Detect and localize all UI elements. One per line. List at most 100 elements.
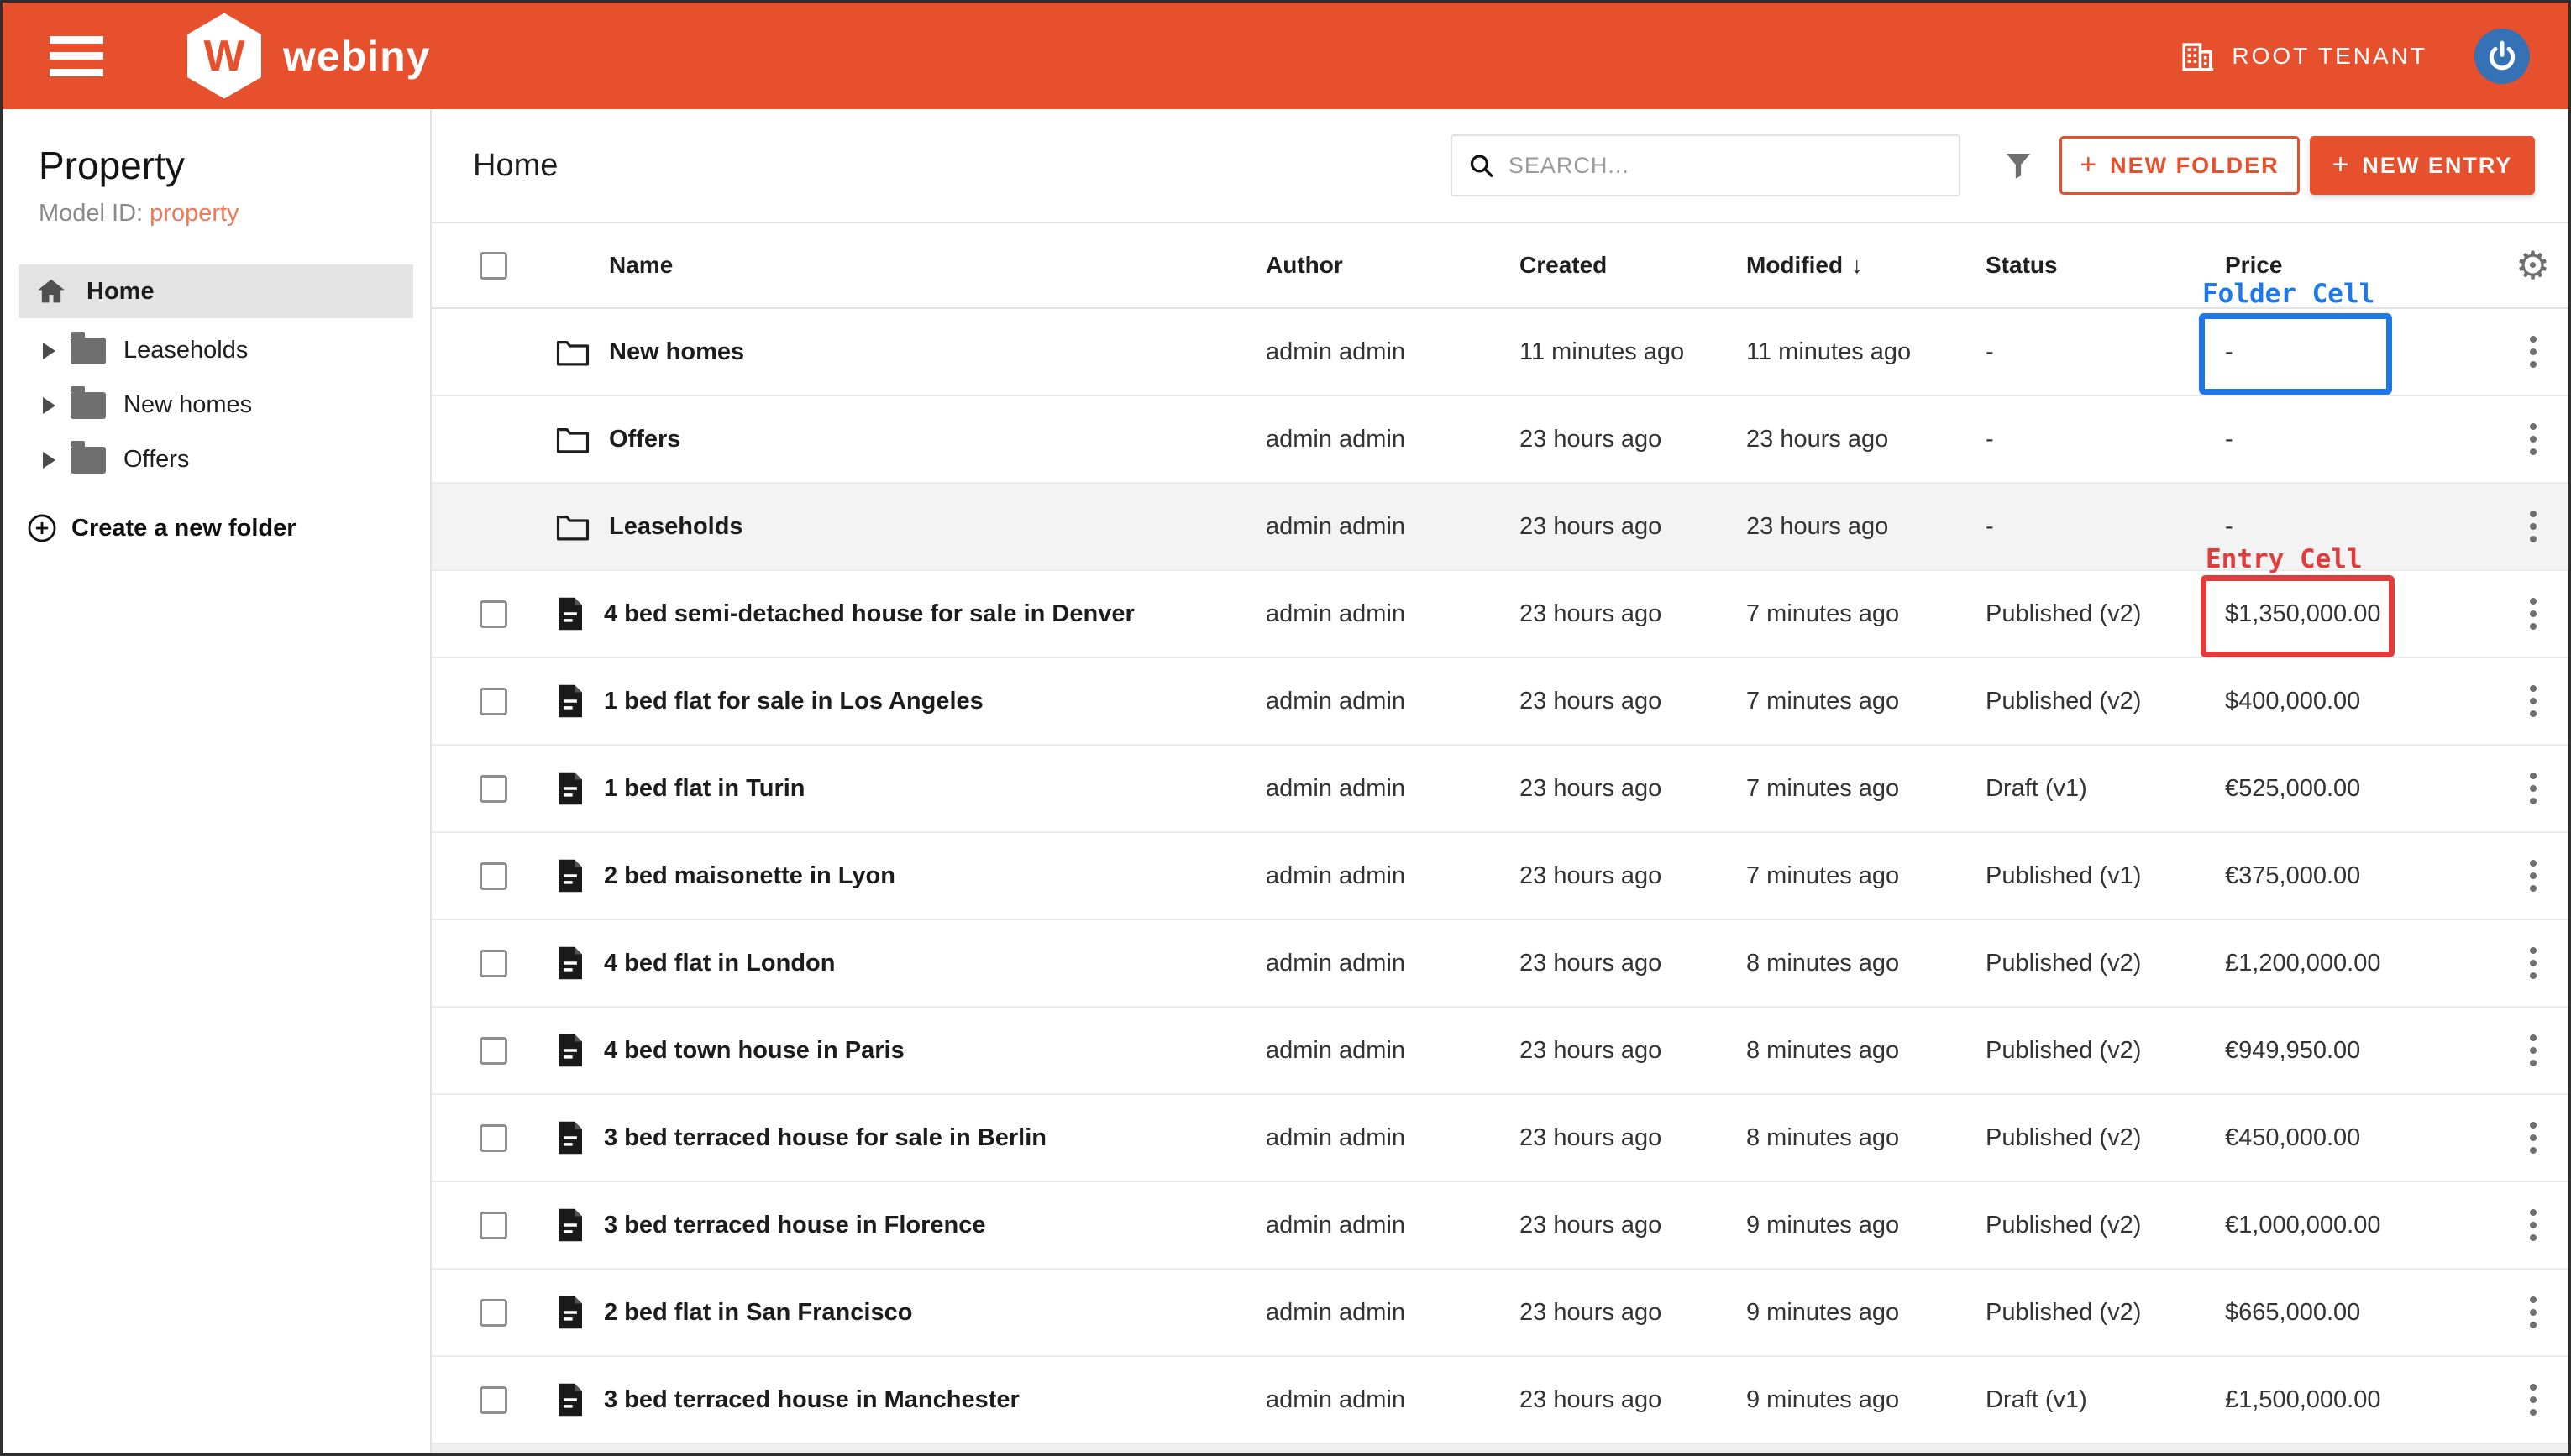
kebab-menu-icon[interactable] bbox=[2521, 1375, 2545, 1424]
kebab-menu-icon[interactable] bbox=[2521, 677, 2545, 725]
row-checkbox[interactable] bbox=[480, 688, 507, 715]
kebab-menu-icon[interactable] bbox=[2521, 589, 2545, 638]
model-id-link[interactable]: property bbox=[150, 200, 239, 227]
kebab-menu-icon[interactable] bbox=[2521, 327, 2545, 376]
row-name[interactable]: 1 bed flat in Turin bbox=[604, 775, 805, 803]
row-checkbox[interactable] bbox=[480, 1386, 507, 1414]
table-row[interactable]: 2 bed maisonette in Lyon admin admin 23 … bbox=[432, 833, 2568, 920]
table-row[interactable]: 3 bed terraced house in Manchester admin… bbox=[432, 1357, 2568, 1444]
document-icon bbox=[555, 596, 585, 631]
sidebar: Property Model ID: property Home Leaseho… bbox=[3, 109, 432, 1453]
app-window: W webiny ROOT TENANT bbox=[0, 0, 2571, 1456]
row-name[interactable]: 4 bed flat in London bbox=[604, 950, 835, 977]
folder-cell-annotation-label: Folder Cell bbox=[2202, 279, 2374, 309]
select-all-checkbox[interactable] bbox=[480, 252, 507, 280]
folder-icon bbox=[71, 338, 106, 364]
row-checkbox[interactable] bbox=[480, 600, 507, 628]
row-name[interactable]: 4 bed semi-detached house for sale in De… bbox=[604, 600, 1135, 628]
document-icon bbox=[555, 683, 585, 719]
kebab-menu-icon[interactable] bbox=[2521, 764, 2545, 813]
plus-icon: + bbox=[2080, 149, 2098, 181]
kebab-menu-icon[interactable] bbox=[2521, 1026, 2545, 1075]
column-header-status[interactable]: Status bbox=[1986, 252, 2225, 279]
create-folder-button[interactable]: Create a new folder bbox=[26, 512, 430, 544]
column-header-price[interactable]: Price bbox=[2225, 252, 2497, 279]
table-row[interactable]: 3 bed terraced house for sale in Berlin … bbox=[432, 1095, 2568, 1182]
model-id-label: Model ID: bbox=[39, 200, 143, 227]
sidebar-item-home[interactable]: Home bbox=[19, 264, 413, 318]
table-settings-gear-icon[interactable]: ⚙ bbox=[2516, 246, 2550, 285]
row-status: Draft (v1) bbox=[1986, 1386, 2225, 1414]
document-icon bbox=[555, 1120, 585, 1155]
row-created: 23 hours ago bbox=[1519, 1299, 1746, 1327]
table-row[interactable]: 2 bed flat in San Francisco admin admin … bbox=[432, 1270, 2568, 1357]
row-price: €525,000.00 bbox=[2225, 775, 2497, 803]
column-header-modified[interactable]: Modified↓ bbox=[1746, 252, 1986, 279]
table-row[interactable]: Offers admin admin 23 hours ago 23 hours… bbox=[432, 396, 2568, 484]
menu-icon[interactable] bbox=[50, 36, 103, 76]
chevron-right-icon[interactable] bbox=[43, 397, 55, 414]
row-name[interactable]: 2 bed maisonette in Lyon bbox=[604, 862, 895, 890]
kebab-menu-icon[interactable] bbox=[2521, 415, 2545, 464]
tenant-label: ROOT TENANT bbox=[2232, 43, 2427, 70]
row-status: Published (v2) bbox=[1986, 1299, 2225, 1327]
entries-table: Name Author Created Modified↓ Status Pri… bbox=[432, 223, 2568, 1453]
sidebar-folder-offers[interactable]: Offers bbox=[3, 432, 430, 487]
kebab-menu-icon[interactable] bbox=[2521, 1113, 2545, 1162]
row-checkbox[interactable] bbox=[480, 1037, 507, 1065]
chevron-right-icon[interactable] bbox=[43, 452, 55, 469]
row-name[interactable]: 1 bed flat for sale in Los Angeles bbox=[604, 688, 984, 715]
row-name[interactable]: New homes bbox=[609, 338, 744, 366]
new-entry-button[interactable]: + NEW ENTRY bbox=[2310, 136, 2535, 195]
chevron-right-icon[interactable] bbox=[43, 343, 55, 359]
kebab-menu-icon[interactable] bbox=[2521, 1288, 2545, 1337]
table-row[interactable]: 4 bed town house in Paris admin admin 23… bbox=[432, 1008, 2568, 1095]
table-row[interactable]: 1 bed flat for sale in Los Angeles admin… bbox=[432, 658, 2568, 746]
row-name[interactable]: Offers bbox=[609, 426, 680, 453]
row-checkbox[interactable] bbox=[480, 950, 507, 977]
kebab-menu-icon[interactable] bbox=[2521, 1201, 2545, 1249]
row-created: 23 hours ago bbox=[1519, 600, 1746, 628]
sidebar-folder-leaseholds[interactable]: Leaseholds bbox=[3, 323, 430, 378]
row-author: admin admin bbox=[1266, 775, 1519, 803]
folder-tree: Leaseholds New homes Offers bbox=[3, 323, 430, 487]
content-area: Home + bbox=[432, 109, 2568, 1453]
webiny-logo[interactable]: W webiny bbox=[187, 13, 430, 99]
sort-desc-icon[interactable]: ↓ bbox=[1851, 253, 1863, 278]
row-status: - bbox=[1986, 513, 2225, 541]
row-checkbox[interactable] bbox=[480, 1212, 507, 1239]
row-checkbox[interactable] bbox=[480, 775, 507, 803]
table-row[interactable]: 3 bed terraced house in Florence admin a… bbox=[432, 1182, 2568, 1270]
user-avatar[interactable] bbox=[2474, 29, 2530, 84]
row-status: Draft (v1) bbox=[1986, 775, 2225, 803]
sidebar-folder-new-homes[interactable]: New homes bbox=[3, 378, 430, 432]
table-row[interactable]: 4 bed flat in London admin admin 23 hour… bbox=[432, 920, 2568, 1008]
row-status: - bbox=[1986, 426, 2225, 453]
row-created: 23 hours ago bbox=[1519, 1212, 1746, 1239]
column-header-created[interactable]: Created bbox=[1519, 252, 1746, 279]
filter-button[interactable] bbox=[2001, 148, 2036, 183]
row-name[interactable]: 4 bed town house in Paris bbox=[604, 1037, 905, 1065]
table-row[interactable]: 1 bed flat in Turin admin admin 23 hours… bbox=[432, 746, 2568, 833]
row-name[interactable]: 3 bed terraced house in Florence bbox=[604, 1212, 985, 1239]
kebab-menu-icon[interactable] bbox=[2521, 939, 2545, 987]
row-modified: 23 hours ago bbox=[1746, 426, 1986, 453]
new-folder-button[interactable]: + NEW FOLDER bbox=[2059, 136, 2300, 195]
row-checkbox[interactable] bbox=[480, 1299, 507, 1327]
column-header-name[interactable]: Name bbox=[507, 252, 1266, 279]
row-author: admin admin bbox=[1266, 513, 1519, 541]
tenant-selector[interactable]: ROOT TENANT bbox=[2180, 39, 2427, 74]
search-box[interactable] bbox=[1451, 134, 1960, 196]
row-author: admin admin bbox=[1266, 862, 1519, 890]
kebab-menu-icon[interactable] bbox=[2521, 502, 2545, 551]
row-checkbox[interactable] bbox=[480, 1124, 507, 1152]
column-header-author[interactable]: Author bbox=[1266, 252, 1519, 279]
row-name[interactable]: 3 bed terraced house for sale in Berlin bbox=[604, 1124, 1047, 1152]
kebab-menu-icon[interactable] bbox=[2521, 851, 2545, 900]
row-name[interactable]: Leaseholds bbox=[609, 513, 743, 541]
row-name[interactable]: 2 bed flat in San Francisco bbox=[604, 1299, 912, 1327]
search-input[interactable] bbox=[1508, 153, 1944, 179]
row-name[interactable]: 3 bed terraced house in Manchester bbox=[604, 1386, 1020, 1414]
row-status: Published (v2) bbox=[1986, 600, 2225, 628]
row-checkbox[interactable] bbox=[480, 862, 507, 890]
